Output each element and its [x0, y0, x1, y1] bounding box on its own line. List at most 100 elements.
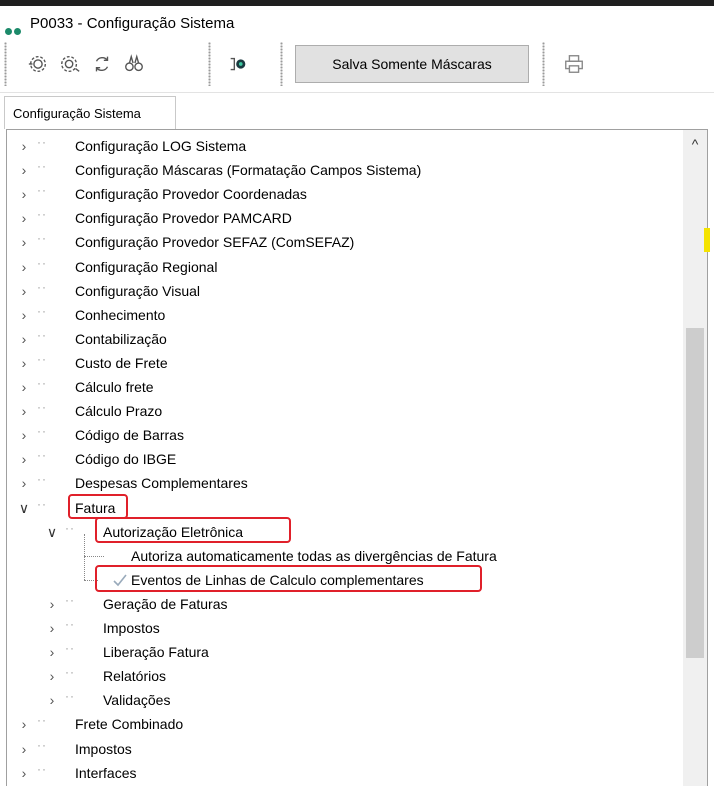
toolbar-grip[interactable]: [4, 42, 7, 86]
refresh-icon[interactable]: [90, 52, 114, 76]
tree-item[interactable]: › ·· Código de Barras: [7, 424, 687, 448]
tree-connector: ··: [65, 689, 75, 704]
chevron-right-icon[interactable]: ›: [45, 620, 59, 636]
tree-item-label: Configuração LOG Sistema: [75, 138, 247, 154]
scroll-up-icon[interactable]: ^: [683, 136, 707, 156]
tree-connector: ··: [37, 424, 47, 439]
chevron-right-icon[interactable]: ›: [17, 331, 31, 347]
chevron-right-icon[interactable]: ›: [17, 741, 31, 757]
tree-item-label: Configuração Provedor Coordenadas: [75, 186, 307, 203]
gear-cog-icon[interactable]: [58, 52, 82, 76]
binoculars-icon[interactable]: [122, 52, 146, 76]
tree-item[interactable]: › ·· Configuração Provedor Coordenadas: [7, 183, 687, 207]
tree-item-label: Relatórios: [103, 668, 167, 685]
chevron-right-icon[interactable]: ›: [17, 162, 31, 178]
chevron-right-icon[interactable]: ›: [17, 355, 31, 371]
chevron-right-icon[interactable]: ›: [17, 403, 31, 419]
tree-item-label: Código de Barras: [75, 427, 184, 444]
tree-item[interactable]: › ·· Despesas Complementares: [7, 472, 687, 496]
chevron-down-icon[interactable]: ∨: [45, 524, 59, 541]
chevron-right-icon[interactable]: ›: [17, 716, 31, 732]
chevron-right-icon[interactable]: ›: [17, 259, 31, 275]
chevron-right-icon[interactable]: ›: [17, 210, 31, 226]
chevron-right-icon[interactable]: ›: [17, 234, 31, 250]
chevron-right-icon[interactable]: ›: [45, 644, 59, 660]
tree-item[interactable]: › ·· Configuração Máscaras (Formatação Cam…: [7, 159, 687, 183]
chevron-right-icon[interactable]: ›: [17, 379, 31, 395]
tree-connector: ··: [37, 496, 47, 511]
tree-item[interactable]: › ·· Interfaces: [7, 762, 687, 786]
chevron-right-icon[interactable]: ›: [45, 596, 59, 612]
tree-item[interactable]: › ·· Conhecimento: [7, 304, 687, 328]
chevron-right-icon[interactable]: ›: [17, 138, 31, 154]
chevron-down-icon[interactable]: ∨: [17, 500, 31, 517]
toolbar-grip[interactable]: [542, 42, 545, 86]
tree-item-label: Geração de Faturas: [103, 595, 228, 612]
tree-connector: ··: [37, 279, 47, 294]
tree-item[interactable]: › ·· Configuração Provedor PAMCARD: [7, 207, 687, 231]
tree-item-label: Configuração Provedor SEFAZ (ComSEFAZ): [75, 234, 355, 251]
chevron-right-icon[interactable]: ›: [45, 668, 59, 684]
highlight-eventos-linhas: [95, 565, 482, 592]
highlight-fatura: [68, 494, 128, 519]
toolbar: Salva Somente Máscaras: [0, 36, 714, 93]
chevron-right-icon[interactable]: ›: [17, 283, 31, 299]
tree-connector: ··: [37, 376, 47, 390]
tree-connector: ··: [37, 737, 47, 752]
tree-connector: ··: [37, 159, 47, 174]
tree-item[interactable]: › ·· Impostos: [7, 617, 687, 641]
search-record-icon[interactable]: [226, 52, 250, 76]
tree-connector: ··: [65, 592, 75, 607]
tree-item[interactable]: › ·· Contabilização: [7, 328, 687, 352]
chevron-right-icon[interactable]: ›: [17, 451, 31, 467]
tree-item[interactable]: › ·· Código do IBGE: [7, 448, 687, 472]
printer-icon[interactable]: [562, 52, 586, 76]
config-tree: › ·· Configuração LOG Sistema › ·· Configuraç…: [6, 129, 708, 786]
highlight-autorizacao-eletronica: [95, 517, 291, 543]
chevron-right-icon[interactable]: ›: [17, 427, 31, 443]
tree-item[interactable]: › ·· Cálculo Prazo: [7, 400, 687, 424]
tab-configuracao-sistema[interactable]: Configuração Sistema: [4, 96, 176, 129]
tree-connector: ··: [37, 472, 47, 487]
tree-item-label: Impostos: [103, 620, 160, 636]
tree-item[interactable]: › ·· Impostos: [7, 738, 687, 762]
tree-connector: ··: [65, 617, 75, 631]
tree-item-label: Custo de Frete: [75, 354, 168, 371]
toolbar-grip[interactable]: [280, 42, 283, 86]
tree-item-label: Frete Combinado: [75, 716, 184, 733]
tree-item[interactable]: › ·· Validações: [7, 689, 687, 713]
chevron-right-icon[interactable]: ›: [45, 692, 59, 708]
tree-connector: ··: [37, 207, 47, 222]
tree-connector: ··: [37, 135, 47, 149]
tree-item[interactable]: › ·· Configuração Regional: [7, 256, 687, 280]
tree-item-label: Despesas Complementares: [75, 475, 248, 492]
tree-item[interactable]: › ·· Configuração Provedor SEFAZ (ComSEFAZ…: [7, 231, 687, 255]
chevron-right-icon[interactable]: ›: [17, 475, 31, 491]
gear-settings-icon[interactable]: [26, 52, 50, 76]
tree-item-label: Conhecimento: [75, 306, 166, 323]
tree-item[interactable]: › ·· Geração de Faturas: [7, 593, 687, 617]
tree-item[interactable]: › ·· Configuração Visual: [7, 280, 687, 304]
tree-item[interactable]: › ·· Liberação Fatura: [7, 641, 687, 665]
tree-connector: ··: [37, 303, 47, 318]
chevron-right-icon[interactable]: ›: [17, 765, 31, 781]
chevron-right-icon[interactable]: ›: [17, 307, 31, 323]
tab-bar: Configuração Sistema: [0, 92, 714, 129]
save-masks-button[interactable]: Salva Somente Máscaras: [295, 45, 529, 83]
tree-item[interactable]: › ·· Frete Combinado: [7, 713, 687, 737]
tree-connector: ··: [37, 448, 47, 463]
tree-connector: ··: [65, 665, 75, 680]
tree-item[interactable]: › ·· Cálculo frete: [7, 376, 687, 400]
tree-connector: ··: [37, 183, 47, 198]
tree-item-label: Código do IBGE: [75, 451, 177, 468]
tree-item-label: Validações: [103, 692, 171, 709]
window-title: P0033 - Configuração Sistema: [30, 15, 235, 32]
tree-item[interactable]: › ·· Relatórios: [7, 665, 687, 689]
tree-item-label: Configuração Máscaras (Formatação Campos…: [75, 162, 422, 179]
chevron-right-icon[interactable]: ›: [17, 186, 31, 202]
tree-item[interactable]: › ·· Configuração LOG Sistema: [7, 135, 687, 159]
scrollbar-thumb[interactable]: [686, 328, 704, 658]
tree-item[interactable]: › ·· Custo de Frete: [7, 352, 687, 376]
tree-connector: ··: [37, 255, 47, 270]
toolbar-grip[interactable]: [208, 42, 211, 86]
